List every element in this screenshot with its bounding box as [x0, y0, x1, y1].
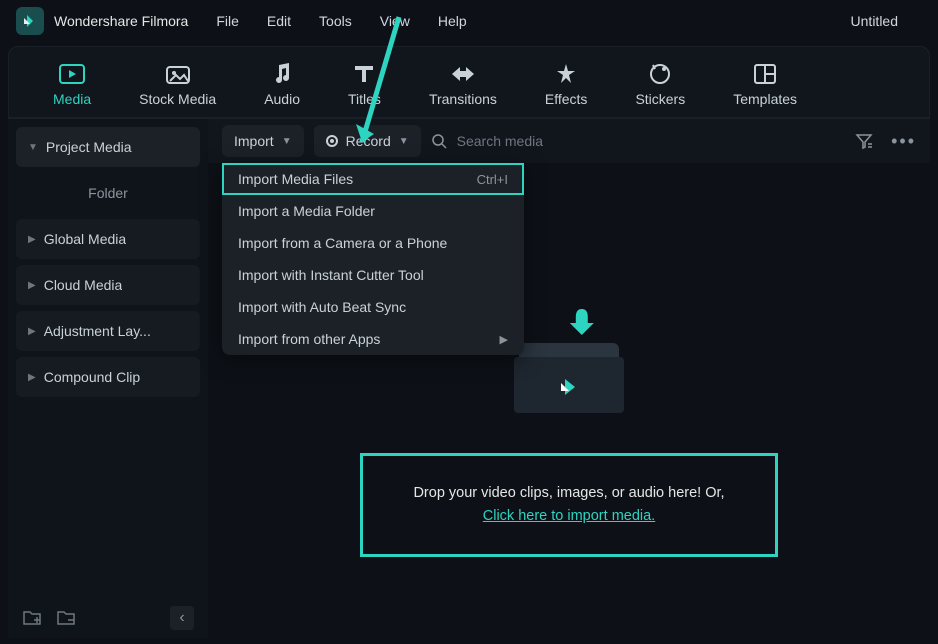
audio-icon	[269, 63, 295, 85]
filmora-logo-icon	[557, 375, 581, 399]
media-icon	[59, 63, 85, 85]
tab-media[interactable]: Media	[29, 53, 115, 117]
tab-label: Templates	[733, 91, 797, 107]
sidebar-item-label: Cloud Media	[44, 277, 123, 293]
project-title: Untitled	[851, 13, 898, 29]
tab-label: Audio	[264, 91, 300, 107]
download-arrow-icon	[566, 305, 598, 337]
sidebar-item-label: Folder	[88, 185, 128, 201]
tab-label: Stickers	[635, 91, 685, 107]
menu-tools[interactable]: Tools	[319, 13, 352, 29]
collapse-sidebar-button[interactable]: ‹	[170, 606, 194, 630]
new-folder-icon[interactable]	[22, 609, 42, 627]
dd-shortcut: Ctrl+I	[477, 172, 508, 187]
sidebar-item-folder[interactable]: Folder	[16, 173, 200, 213]
dd-import-camera-phone[interactable]: Import from a Camera or a Phone	[222, 227, 524, 259]
chevron-right-icon: ▶	[28, 372, 36, 383]
dd-label: Import from a Camera or a Phone	[238, 235, 447, 251]
tab-titles[interactable]: Titles	[324, 53, 405, 117]
import-media-link[interactable]: Click here to import media.	[483, 508, 655, 524]
menu-view[interactable]: View	[380, 13, 410, 29]
chevron-right-icon: ▶	[28, 234, 36, 245]
dd-label: Import from other Apps	[238, 331, 380, 347]
sidebar-item-compound-clip[interactable]: ▶ Compound Clip	[16, 357, 200, 397]
tab-stickers[interactable]: Stickers	[611, 53, 709, 117]
chevron-right-icon: ▶	[500, 333, 508, 346]
dd-label: Import with Auto Beat Sync	[238, 299, 406, 315]
sidebar-item-adjustment-layer[interactable]: ▶ Adjustment Lay...	[16, 311, 200, 351]
stickers-icon	[647, 63, 673, 85]
dd-import-other-apps[interactable]: Import from other Apps ▶	[222, 323, 524, 355]
dd-import-media-folder[interactable]: Import a Media Folder	[222, 195, 524, 227]
sidebar-item-label: Compound Clip	[44, 369, 141, 385]
menu-help[interactable]: Help	[438, 13, 467, 29]
app-logo	[16, 7, 44, 35]
titles-icon	[351, 63, 377, 85]
dd-import-auto-beat-sync[interactable]: Import with Auto Beat Sync	[222, 291, 524, 323]
content: Import ▼ Record ▼ ••• Import Media Files…	[208, 119, 930, 638]
delete-folder-icon[interactable]	[56, 609, 76, 627]
search	[431, 133, 845, 149]
sidebar-item-label: Project Media	[46, 139, 132, 155]
tab-label: Titles	[348, 91, 381, 107]
chevron-down-icon: ▼	[399, 136, 409, 147]
import-dropdown: Import Media Files Ctrl+I Import a Media…	[222, 163, 524, 355]
sidebar-footer: ‹	[16, 596, 200, 630]
tab-effects[interactable]: Effects	[521, 53, 612, 117]
search-input[interactable]	[457, 133, 845, 149]
record-button[interactable]: Record ▼	[314, 125, 421, 157]
dd-label: Import a Media Folder	[238, 203, 375, 219]
main: ▼ Project Media Folder ▶ Global Media ▶ …	[8, 118, 930, 638]
dropzone[interactable]: Drop your video clips, images, or audio …	[360, 453, 777, 557]
app-name: Wondershare Filmora	[54, 13, 188, 29]
import-button[interactable]: Import ▼	[222, 125, 304, 157]
menu-file[interactable]: File	[216, 13, 239, 29]
transitions-icon	[450, 63, 476, 85]
sidebar-item-cloud-media[interactable]: ▶ Cloud Media	[16, 265, 200, 305]
sidebar-item-project-media[interactable]: ▼ Project Media	[16, 127, 200, 167]
tab-label: Stock Media	[139, 91, 216, 107]
sidebar-item-global-media[interactable]: ▶ Global Media	[16, 219, 200, 259]
dd-import-media-files[interactable]: Import Media Files Ctrl+I	[222, 163, 524, 195]
folder-graphic	[509, 313, 629, 413]
tab-audio[interactable]: Audio	[240, 53, 324, 117]
tab-transitions[interactable]: Transitions	[405, 53, 521, 117]
chevron-down-icon: ▼	[28, 142, 38, 153]
chevron-down-icon: ▼	[282, 136, 292, 147]
templates-icon	[752, 63, 778, 85]
sidebar: ▼ Project Media Folder ▶ Global Media ▶ …	[8, 119, 208, 638]
tab-templates[interactable]: Templates	[709, 53, 821, 117]
tab-label: Media	[53, 91, 91, 107]
stock-media-icon	[165, 63, 191, 85]
menubar: File Edit Tools View Help	[216, 13, 466, 29]
chevron-right-icon: ▶	[28, 280, 36, 291]
search-icon	[431, 133, 447, 149]
effects-icon	[553, 63, 579, 85]
toolbar: Import ▼ Record ▼ •••	[208, 119, 930, 163]
toolbar-right: •••	[855, 131, 916, 152]
dd-label: Import Media Files	[238, 171, 353, 187]
dd-label: Import with Instant Cutter Tool	[238, 267, 424, 283]
filter-icon[interactable]	[855, 132, 873, 150]
dropzone-text: Drop your video clips, images, or audio …	[413, 485, 724, 501]
menu-edit[interactable]: Edit	[267, 13, 291, 29]
record-label: Record	[346, 133, 391, 149]
sidebar-item-label: Global Media	[44, 231, 127, 247]
import-label: Import	[234, 133, 274, 149]
tab-label: Effects	[545, 91, 588, 107]
titlebar: Wondershare Filmora File Edit Tools View…	[0, 0, 938, 42]
tab-stock-media[interactable]: Stock Media	[115, 53, 240, 117]
more-icon[interactable]: •••	[891, 131, 916, 152]
chevron-right-icon: ▶	[28, 326, 36, 337]
tabstrip: Media Stock Media Audio Titles Transitio…	[8, 46, 930, 118]
tab-label: Transitions	[429, 91, 497, 107]
dd-import-instant-cutter[interactable]: Import with Instant Cutter Tool	[222, 259, 524, 291]
record-icon	[326, 135, 338, 147]
sidebar-item-label: Adjustment Lay...	[44, 323, 151, 339]
